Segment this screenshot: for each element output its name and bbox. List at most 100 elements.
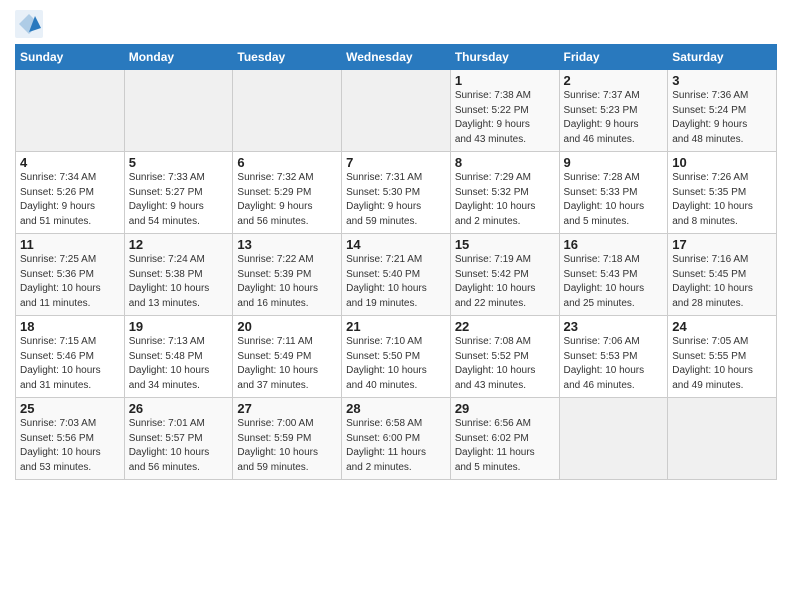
calendar-header-sunday: Sunday <box>16 45 125 70</box>
day-info: Sunrise: 7:29 AM Sunset: 5:32 PM Dayligh… <box>455 171 555 229</box>
calendar-cell: 5Sunrise: 7:33 AM Sunset: 5:27 PM Daylig… <box>124 152 233 234</box>
calendar-cell: 28Sunrise: 6:58 AM Sunset: 6:00 PM Dayli… <box>342 398 451 480</box>
calendar-week-row: 25Sunrise: 7:03 AM Sunset: 5:56 PM Dayli… <box>16 398 777 480</box>
calendar-header-row: SundayMondayTuesdayWednesdayThursdayFrid… <box>16 45 777 70</box>
day-number: 5 <box>129 155 229 170</box>
day-number: 20 <box>237 319 337 334</box>
day-info: Sunrise: 7:03 AM Sunset: 5:56 PM Dayligh… <box>20 417 120 475</box>
day-number: 27 <box>237 401 337 416</box>
calendar-cell: 16Sunrise: 7:18 AM Sunset: 5:43 PM Dayli… <box>559 234 668 316</box>
day-info: Sunrise: 7:24 AM Sunset: 5:38 PM Dayligh… <box>129 253 229 311</box>
day-number: 23 <box>564 319 664 334</box>
calendar-week-row: 11Sunrise: 7:25 AM Sunset: 5:36 PM Dayli… <box>16 234 777 316</box>
calendar-cell <box>668 398 777 480</box>
day-info: Sunrise: 7:05 AM Sunset: 5:55 PM Dayligh… <box>672 335 772 393</box>
main-container: SundayMondayTuesdayWednesdayThursdayFrid… <box>0 0 792 490</box>
day-info: Sunrise: 7:11 AM Sunset: 5:49 PM Dayligh… <box>237 335 337 393</box>
day-number: 14 <box>346 237 446 252</box>
day-number: 3 <box>672 73 772 88</box>
calendar-cell: 23Sunrise: 7:06 AM Sunset: 5:53 PM Dayli… <box>559 316 668 398</box>
calendar-cell: 19Sunrise: 7:13 AM Sunset: 5:48 PM Dayli… <box>124 316 233 398</box>
calendar-cell <box>124 70 233 152</box>
calendar-cell: 2Sunrise: 7:37 AM Sunset: 5:23 PM Daylig… <box>559 70 668 152</box>
day-info: Sunrise: 7:06 AM Sunset: 5:53 PM Dayligh… <box>564 335 664 393</box>
calendar-cell: 3Sunrise: 7:36 AM Sunset: 5:24 PM Daylig… <box>668 70 777 152</box>
day-number: 10 <box>672 155 772 170</box>
day-number: 9 <box>564 155 664 170</box>
day-number: 21 <box>346 319 446 334</box>
calendar-cell: 18Sunrise: 7:15 AM Sunset: 5:46 PM Dayli… <box>16 316 125 398</box>
calendar-week-row: 18Sunrise: 7:15 AM Sunset: 5:46 PM Dayli… <box>16 316 777 398</box>
calendar-cell: 13Sunrise: 7:22 AM Sunset: 5:39 PM Dayli… <box>233 234 342 316</box>
day-info: Sunrise: 7:38 AM Sunset: 5:22 PM Dayligh… <box>455 89 555 147</box>
day-info: Sunrise: 7:10 AM Sunset: 5:50 PM Dayligh… <box>346 335 446 393</box>
calendar-cell: 15Sunrise: 7:19 AM Sunset: 5:42 PM Dayli… <box>450 234 559 316</box>
header <box>15 10 777 38</box>
day-number: 19 <box>129 319 229 334</box>
day-number: 4 <box>20 155 120 170</box>
day-info: Sunrise: 7:31 AM Sunset: 5:30 PM Dayligh… <box>346 171 446 229</box>
day-info: Sunrise: 6:58 AM Sunset: 6:00 PM Dayligh… <box>346 417 446 475</box>
calendar-cell: 12Sunrise: 7:24 AM Sunset: 5:38 PM Dayli… <box>124 234 233 316</box>
day-number: 1 <box>455 73 555 88</box>
day-number: 15 <box>455 237 555 252</box>
calendar-cell <box>559 398 668 480</box>
calendar-header-wednesday: Wednesday <box>342 45 451 70</box>
day-number: 22 <box>455 319 555 334</box>
day-info: Sunrise: 7:19 AM Sunset: 5:42 PM Dayligh… <box>455 253 555 311</box>
calendar-cell: 11Sunrise: 7:25 AM Sunset: 5:36 PM Dayli… <box>16 234 125 316</box>
day-number: 18 <box>20 319 120 334</box>
day-number: 17 <box>672 237 772 252</box>
calendar-cell: 26Sunrise: 7:01 AM Sunset: 5:57 PM Dayli… <box>124 398 233 480</box>
calendar-cell: 7Sunrise: 7:31 AM Sunset: 5:30 PM Daylig… <box>342 152 451 234</box>
day-number: 2 <box>564 73 664 88</box>
day-number: 28 <box>346 401 446 416</box>
day-info: Sunrise: 7:28 AM Sunset: 5:33 PM Dayligh… <box>564 171 664 229</box>
day-info: Sunrise: 7:13 AM Sunset: 5:48 PM Dayligh… <box>129 335 229 393</box>
calendar-table: SundayMondayTuesdayWednesdayThursdayFrid… <box>15 44 777 480</box>
day-info: Sunrise: 7:01 AM Sunset: 5:57 PM Dayligh… <box>129 417 229 475</box>
day-info: Sunrise: 7:36 AM Sunset: 5:24 PM Dayligh… <box>672 89 772 147</box>
calendar-cell: 25Sunrise: 7:03 AM Sunset: 5:56 PM Dayli… <box>16 398 125 480</box>
day-number: 16 <box>564 237 664 252</box>
calendar-cell: 24Sunrise: 7:05 AM Sunset: 5:55 PM Dayli… <box>668 316 777 398</box>
calendar-cell: 8Sunrise: 7:29 AM Sunset: 5:32 PM Daylig… <box>450 152 559 234</box>
day-number: 6 <box>237 155 337 170</box>
calendar-cell: 14Sunrise: 7:21 AM Sunset: 5:40 PM Dayli… <box>342 234 451 316</box>
calendar-cell: 6Sunrise: 7:32 AM Sunset: 5:29 PM Daylig… <box>233 152 342 234</box>
day-info: Sunrise: 7:18 AM Sunset: 5:43 PM Dayligh… <box>564 253 664 311</box>
calendar-cell: 10Sunrise: 7:26 AM Sunset: 5:35 PM Dayli… <box>668 152 777 234</box>
calendar-header-friday: Friday <box>559 45 668 70</box>
day-number: 25 <box>20 401 120 416</box>
calendar-cell: 4Sunrise: 7:34 AM Sunset: 5:26 PM Daylig… <box>16 152 125 234</box>
calendar-cell: 9Sunrise: 7:28 AM Sunset: 5:33 PM Daylig… <box>559 152 668 234</box>
day-info: Sunrise: 7:22 AM Sunset: 5:39 PM Dayligh… <box>237 253 337 311</box>
calendar-cell: 29Sunrise: 6:56 AM Sunset: 6:02 PM Dayli… <box>450 398 559 480</box>
day-info: Sunrise: 7:21 AM Sunset: 5:40 PM Dayligh… <box>346 253 446 311</box>
calendar-cell: 20Sunrise: 7:11 AM Sunset: 5:49 PM Dayli… <box>233 316 342 398</box>
day-info: Sunrise: 7:08 AM Sunset: 5:52 PM Dayligh… <box>455 335 555 393</box>
calendar-cell <box>342 70 451 152</box>
calendar-header-thursday: Thursday <box>450 45 559 70</box>
day-info: Sunrise: 6:56 AM Sunset: 6:02 PM Dayligh… <box>455 417 555 475</box>
calendar-header-tuesday: Tuesday <box>233 45 342 70</box>
day-info: Sunrise: 7:26 AM Sunset: 5:35 PM Dayligh… <box>672 171 772 229</box>
day-number: 7 <box>346 155 446 170</box>
day-number: 12 <box>129 237 229 252</box>
calendar-cell <box>16 70 125 152</box>
day-info: Sunrise: 7:00 AM Sunset: 5:59 PM Dayligh… <box>237 417 337 475</box>
calendar-week-row: 1Sunrise: 7:38 AM Sunset: 5:22 PM Daylig… <box>16 70 777 152</box>
day-info: Sunrise: 7:34 AM Sunset: 5:26 PM Dayligh… <box>20 171 120 229</box>
calendar-cell: 21Sunrise: 7:10 AM Sunset: 5:50 PM Dayli… <box>342 316 451 398</box>
day-info: Sunrise: 7:32 AM Sunset: 5:29 PM Dayligh… <box>237 171 337 229</box>
day-info: Sunrise: 7:15 AM Sunset: 5:46 PM Dayligh… <box>20 335 120 393</box>
day-number: 24 <box>672 319 772 334</box>
calendar-week-row: 4Sunrise: 7:34 AM Sunset: 5:26 PM Daylig… <box>16 152 777 234</box>
day-number: 26 <box>129 401 229 416</box>
day-info: Sunrise: 7:25 AM Sunset: 5:36 PM Dayligh… <box>20 253 120 311</box>
calendar-cell: 22Sunrise: 7:08 AM Sunset: 5:52 PM Dayli… <box>450 316 559 398</box>
calendar-cell: 17Sunrise: 7:16 AM Sunset: 5:45 PM Dayli… <box>668 234 777 316</box>
day-info: Sunrise: 7:37 AM Sunset: 5:23 PM Dayligh… <box>564 89 664 147</box>
calendar-header-saturday: Saturday <box>668 45 777 70</box>
day-number: 13 <box>237 237 337 252</box>
